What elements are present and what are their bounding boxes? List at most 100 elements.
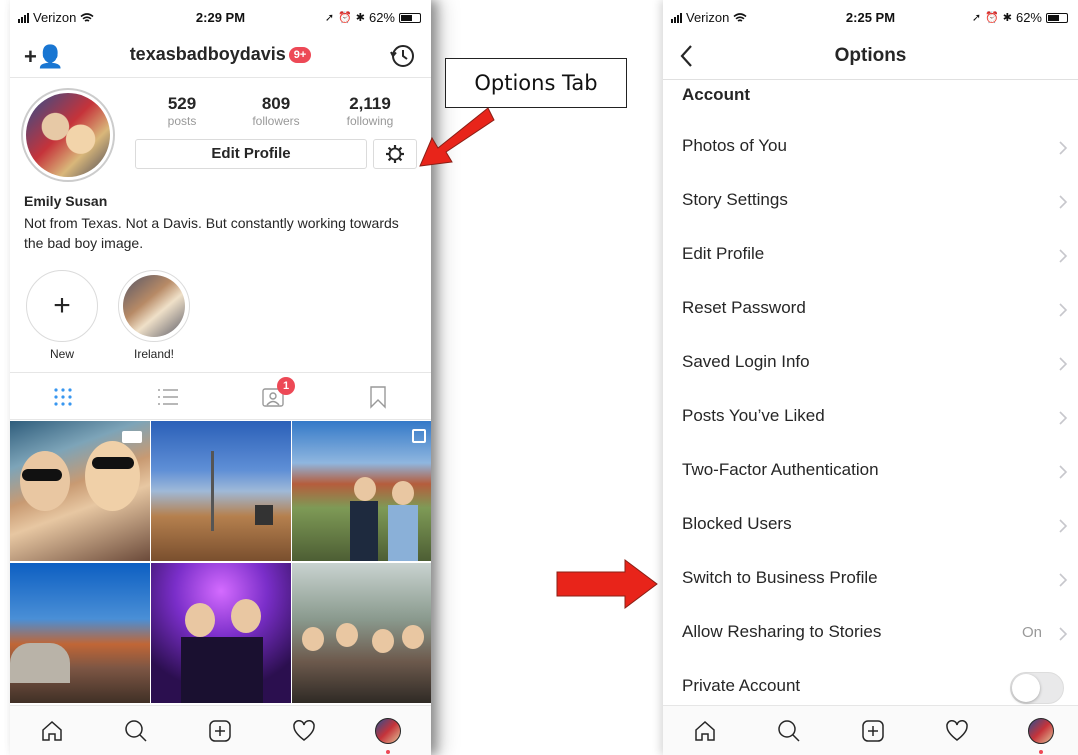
row-switch-business-profile[interactable]: Switch to Business Profile (663, 552, 1078, 606)
stat-posts[interactable]: 529 posts (142, 94, 222, 128)
search-icon[interactable] (775, 717, 803, 745)
grid-photo[interactable] (10, 563, 150, 703)
bottom-navigation (663, 705, 1078, 755)
chevron-right-icon (1059, 519, 1068, 533)
row-story-settings[interactable]: Story Settings (663, 174, 1078, 228)
chevron-right-icon (1059, 141, 1068, 155)
row-value: On (1021, 624, 1042, 641)
battery-icon (1046, 12, 1068, 23)
username-text: texasbadboydavis (129, 44, 286, 64)
edit-profile-button[interactable]: Edit Profile (135, 139, 367, 169)
account-notification-badge[interactable]: 9+ (288, 47, 312, 63)
stat-posts-label: posts (167, 114, 197, 128)
row-label: Allow Resharing to Stories (682, 622, 882, 641)
highlight-ireland[interactable]: Ireland! (116, 270, 192, 361)
profile-screen: Verizon 2:29 PM ➚ ⏰ ✱ 62% +👤 texasbadboy… (10, 0, 431, 755)
row-edit-profile[interactable]: Edit Profile (663, 228, 1078, 282)
new-post-icon[interactable] (206, 717, 234, 745)
grid-photo[interactable] (10, 421, 150, 561)
status-bar: Verizon 2:25 PM ➚ ⏰ ✱ 62% (663, 0, 1078, 36)
private-account-toggle[interactable] (1010, 672, 1064, 704)
chevron-right-icon (1059, 357, 1068, 371)
stat-followers[interactable]: 809 followers (236, 94, 316, 128)
photo-grid (10, 421, 431, 705)
tagged-count-badge: 1 (277, 377, 295, 395)
row-two-factor-auth[interactable]: Two-Factor Authentication (663, 444, 1078, 498)
list-view-icon[interactable] (156, 385, 180, 409)
location-icon: ➚ (324, 12, 335, 24)
avatar-photo (26, 93, 110, 177)
row-blocked-users[interactable]: Blocked Users (663, 498, 1078, 552)
red-arrow-icon (419, 107, 495, 167)
row-label: Story Settings (682, 190, 788, 209)
activity-heart-icon[interactable] (290, 717, 318, 745)
bio-text: Not from Texas. Not a Davis. But constan… (24, 215, 399, 251)
row-saved-login-info[interactable]: Saved Login Info (663, 336, 1078, 390)
new-post-icon[interactable] (859, 717, 887, 745)
row-posts-liked[interactable]: Posts You’ve Liked (663, 390, 1078, 444)
row-label: Private Account (682, 676, 801, 695)
history-icon[interactable] (389, 42, 417, 75)
home-icon[interactable] (38, 717, 66, 745)
row-label: Switch to Business Profile (682, 568, 878, 587)
row-allow-resharing[interactable]: Allow Resharing to Stories On (663, 606, 1078, 660)
ireland-highlight-ring (118, 270, 190, 342)
row-photos-of-you[interactable]: Photos of You (663, 120, 1078, 174)
chevron-right-icon (1059, 627, 1068, 641)
section-title-account: Account (682, 85, 750, 104)
row-reset-password[interactable]: Reset Password (663, 282, 1078, 336)
row-label: Reset Password (682, 298, 806, 317)
profile-avatar-icon[interactable] (374, 717, 402, 745)
row-label: Blocked Users (682, 514, 792, 533)
chevron-right-icon (1059, 411, 1068, 425)
chevron-right-icon (1059, 465, 1068, 479)
highlight-new[interactable]: + New (24, 270, 100, 361)
alarm-icon: ⏰ (338, 12, 352, 24)
active-dot (386, 750, 390, 754)
camera-icon (122, 431, 142, 443)
location-icon: ➚ (971, 12, 982, 24)
alarm-icon: ⏰ (985, 12, 999, 24)
grid-view-icon[interactable] (51, 385, 75, 409)
grid-photo[interactable] (292, 421, 431, 561)
active-dot (1039, 750, 1043, 754)
bottom-navigation (10, 705, 431, 755)
profile-username: texasbadboydavis 9+ (10, 44, 431, 65)
battery-percent: 62% (368, 10, 395, 25)
grid-photo[interactable] (151, 421, 291, 561)
chevron-right-icon (1059, 573, 1068, 587)
row-label: Saved Login Info (682, 352, 810, 371)
grid-photo[interactable] (151, 563, 291, 703)
multiple-photos-icon (412, 429, 426, 443)
highlight-caption: New (49, 347, 74, 361)
search-icon[interactable] (122, 717, 150, 745)
options-header: Options (663, 36, 1078, 80)
profile-header: +👤 texasbadboydavis 9+ (10, 36, 431, 78)
highlight-caption: Ireland! (133, 347, 175, 361)
options-button[interactable] (373, 139, 417, 169)
stat-following-label: following (346, 114, 394, 128)
bluetooth-icon: ✱ (1002, 12, 1012, 24)
activity-heart-icon[interactable] (943, 717, 971, 745)
battery-percent: 62% (1015, 10, 1042, 25)
profile-tab-bar (10, 372, 431, 420)
options-tab-callout: Options Tab (445, 58, 627, 108)
grid-photo[interactable] (292, 563, 431, 703)
profile-avatar[interactable] (21, 88, 115, 182)
highlight-cover (123, 275, 185, 337)
profile-avatar-icon[interactable] (1027, 717, 1055, 745)
stat-following[interactable]: 2,119 following (330, 94, 410, 128)
red-arrow-right-icon (556, 559, 658, 609)
chevron-right-icon (1059, 195, 1068, 209)
saved-bookmark-icon[interactable] (366, 385, 390, 409)
status-right: ➚ ⏰ ✱ 62% (972, 10, 1068, 25)
chevron-right-icon (1059, 249, 1068, 263)
new-highlight-ring: + (26, 270, 98, 342)
row-label: Edit Profile (682, 244, 765, 263)
status-bar: Verizon 2:29 PM ➚ ⏰ ✱ 62% (10, 0, 431, 36)
row-label: Two-Factor Authentication (682, 460, 879, 479)
bluetooth-icon: ✱ (355, 12, 365, 24)
bio-name: Emily Susan (24, 193, 108, 209)
home-icon[interactable] (691, 717, 719, 745)
page-title: Options (834, 45, 907, 66)
